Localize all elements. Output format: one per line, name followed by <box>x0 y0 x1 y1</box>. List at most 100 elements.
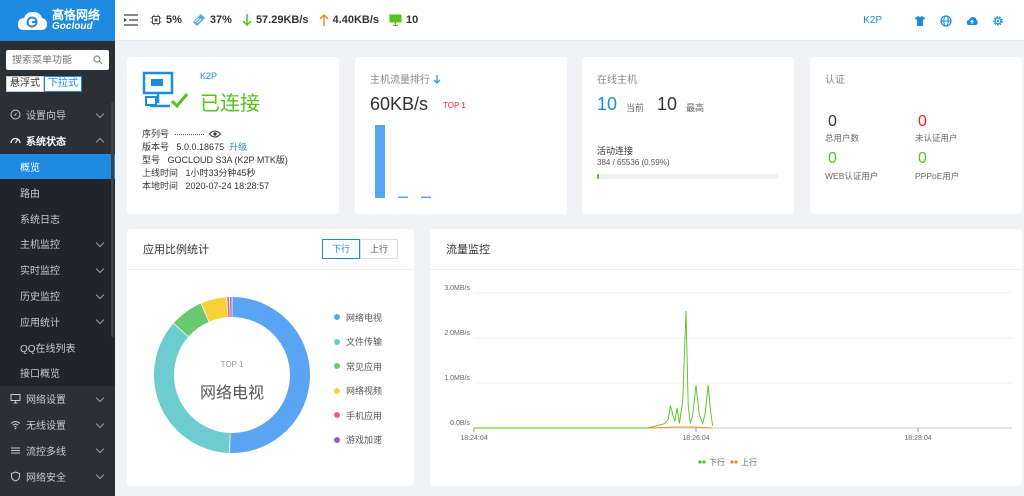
arrow-up-icon <box>319 14 329 26</box>
menu-toggle-icon[interactable] <box>124 14 138 26</box>
chevron-down-icon <box>95 445 105 454</box>
sidebar: 高恪网络 Gocloud 悬浮式 下拉式 设置向导 系统状态 概览 路由 系统日… <box>0 0 115 496</box>
line-legend-item-1[interactable]: 下行 <box>698 457 725 467</box>
x-tick-label: 18:24:04 <box>460 435 487 442</box>
upload-value: 4.40KB/s <box>332 14 380 26</box>
nav-flow-label: 流控多线 <box>26 446 66 458</box>
uptime-label: 上线时间 <box>142 168 179 178</box>
web-users-label: WEB认证用户 <box>825 171 879 181</box>
current-hosts-label: 当前 <box>626 103 645 113</box>
legend-label: 常见应用 <box>346 361 383 372</box>
online-hosts-card: 在线主机 10 当前 10 最高 活动连接 384 / 65536 (0.59%… <box>582 57 794 214</box>
eye-icon[interactable] <box>208 130 222 138</box>
version-value: 5.0.0.18675 <box>176 142 225 152</box>
traffic-monitor-panel: 流量监控 0.0B/s 1.0MB/s 2.0MB/s 3.0MB/s 18:24:04… <box>430 229 1022 486</box>
type-row: 型号 GOCLOUD S3A (K2P MTK版) <box>142 154 288 167</box>
menu-search-input[interactable] <box>12 54 88 66</box>
legend-dot <box>334 314 340 321</box>
legend-item-1[interactable]: 网络电视 <box>334 305 382 330</box>
legend-dot <box>334 338 340 345</box>
pppoe-users-label: PPPoE用户 <box>915 171 960 181</box>
y-tick-label: 3.0MB/s <box>444 285 470 292</box>
max-hosts-label: 最高 <box>686 103 705 113</box>
nav-app-stats[interactable]: 应用统计 <box>0 308 115 334</box>
legend-label: 手机应用 <box>346 410 383 421</box>
cloud-upload-icon[interactable] <box>966 15 978 27</box>
nav-network-settings[interactable]: 网络设置 <box>0 386 115 412</box>
compass-icon <box>10 109 21 120</box>
legend-item-6[interactable]: 游戏加速 <box>334 428 382 453</box>
brand-logo[interactable]: 高恪网络 Gocloud <box>0 0 115 41</box>
legend-label: 文件传输 <box>346 337 383 348</box>
mode-floating-button[interactable]: 悬浮式 <box>6 76 44 92</box>
rank-bar-2 <box>398 196 408 198</box>
nav-security-label: 网络安全 <box>26 472 66 484</box>
tab-upstream[interactable]: 上行 <box>359 239 398 259</box>
legend-item-4[interactable]: 网络视频 <box>334 379 382 404</box>
cloud-logo-icon <box>17 11 47 30</box>
conn-progress-track <box>597 174 778 179</box>
globe-icon[interactable] <box>940 14 952 27</box>
legend-dot <box>334 363 340 370</box>
menu-search[interactable] <box>6 50 109 70</box>
upgrade-link[interactable]: 升级 <box>229 142 247 152</box>
device-status-card: K2P 已连接 序列号 ··············· 版本号 5.0.0.18… <box>127 57 339 214</box>
serial-row: 序列号 ··············· <box>142 128 288 141</box>
nav-wireless-settings[interactable]: 无线设置 <box>0 412 115 438</box>
nav-interface-overview[interactable]: 接口概览 <box>0 360 115 386</box>
legend-dot <box>334 412 340 419</box>
arrow-down-icon <box>242 14 252 26</box>
nav-history-monitor[interactable]: 历史监控 <box>0 283 115 309</box>
traffic-rank-card: 主机流量排行 60KB/s TOP 1 <box>355 57 567 214</box>
nav-routing[interactable]: 路由 <box>0 179 115 205</box>
nav-system-log[interactable]: 系统日志 <box>0 205 115 231</box>
nav-realtime-monitor[interactable]: 实时监控 <box>0 257 115 283</box>
tshirt-icon[interactable] <box>914 15 926 27</box>
legend-item-2[interactable]: 文件传输 <box>334 330 382 355</box>
nav-host-monitor[interactable]: 主机监控 <box>0 231 115 257</box>
nav-wireless-label: 无线设置 <box>26 420 66 432</box>
online-hosts-title: 在线主机 <box>597 75 637 86</box>
tab-downstream[interactable]: 下行 <box>321 239 360 259</box>
sidebar-nav: 设置向导 系统状态 概览 路由 系统日志 主机监控 实时监控 历史监控 应用统计… <box>0 102 115 489</box>
mode-dropdown-button[interactable]: 下拉式 <box>44 76 82 92</box>
series-line-download <box>474 310 714 429</box>
chevron-down-icon <box>95 316 105 325</box>
donut-slice-5[interactable] <box>227 297 230 318</box>
legend-dot <box>334 387 340 394</box>
nav-qq-online-label: QQ在线列表 <box>20 343 76 355</box>
nav-qq-online[interactable]: QQ在线列表 <box>0 334 115 360</box>
gear-icon[interactable] <box>992 15 1004 27</box>
nav-routing-label: 路由 <box>20 188 40 200</box>
legend-label: 网络视频 <box>346 386 383 397</box>
legend-marker <box>702 460 706 464</box>
nav-interface-overview-label: 接口概览 <box>20 369 60 381</box>
line-legend-item-2[interactable]: 上行 <box>730 457 757 467</box>
nav-network-security[interactable]: 网络安全 <box>0 463 115 489</box>
legend-item-5[interactable]: 手机应用 <box>334 403 382 428</box>
donut-slice-6[interactable] <box>230 297 232 318</box>
y-tick-label: 2.0MB/s <box>444 330 470 337</box>
cpu-value: 5% <box>166 14 182 26</box>
serial-value: ··············· <box>174 129 205 139</box>
wifi-icon <box>10 420 21 430</box>
search-icon[interactable] <box>93 55 103 65</box>
hosts-value: 10 <box>406 14 419 26</box>
uptime-row: 上线时间 1小时33分钟45秒 <box>142 167 288 180</box>
sidebar-scrollbar[interactable] <box>111 102 114 337</box>
app-ratio-legend: 网络电视文件传输常见应用网络视频手机应用游戏加速 <box>334 305 382 452</box>
nav-flow-control[interactable]: 流控多线 <box>0 437 115 463</box>
uptime-value: 1小时33分钟45秒 <box>185 168 256 178</box>
donut-center-rank: TOP 1 <box>220 360 244 369</box>
legend-item-3[interactable]: 常见应用 <box>334 354 382 379</box>
chevron-down-icon <box>95 264 105 274</box>
nav-system-status[interactable]: 系统状态 <box>0 128 115 154</box>
traffic-rank-bars <box>375 125 431 198</box>
nav-setup-wizard[interactable]: 设置向导 <box>0 102 115 128</box>
traffic-rank-header[interactable]: 主机流量排行 <box>370 71 441 86</box>
donut-slice-1[interactable] <box>230 297 311 453</box>
traffic-rank-title: 主机流量排行 <box>370 75 430 86</box>
nav-overview[interactable]: 概览 <box>0 153 115 180</box>
traffic-monitor-header: 流量监控 <box>430 229 1022 270</box>
active-conn-value: 384 / 65536 (0.59%) <box>597 158 670 167</box>
